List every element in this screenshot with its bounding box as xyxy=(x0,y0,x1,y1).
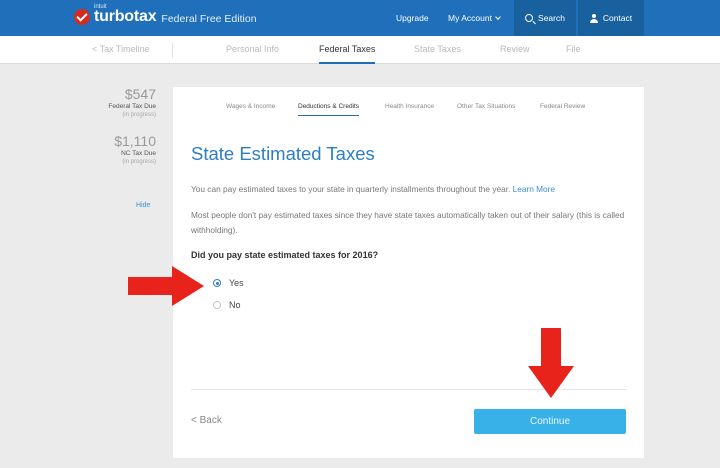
tab-review[interactable]: Review xyxy=(500,36,530,64)
radio-no[interactable] xyxy=(213,301,221,309)
chevron-down-icon xyxy=(495,13,501,20)
state-tax-status: (in progress) xyxy=(122,159,156,165)
my-account-label: My Account xyxy=(448,13,492,23)
federal-tax-label: Federal Tax Due xyxy=(108,103,156,110)
top-header: intuit turbotax Federal Free Edition Upg… xyxy=(0,0,720,36)
hide-summary-link[interactable]: Hide xyxy=(136,202,150,209)
divider xyxy=(172,42,173,58)
search-button[interactable]: Search xyxy=(514,0,576,36)
intro-text-body: You can pay estimated taxes to your stat… xyxy=(191,184,511,194)
step-other-tax-situations[interactable]: Other Tax Situations xyxy=(457,103,515,110)
tab-file[interactable]: File xyxy=(566,36,581,64)
step-wages-income[interactable]: Wages & Income xyxy=(226,103,275,110)
tax-summary: $547 Federal Tax Due (in progress) $1,11… xyxy=(60,86,156,166)
edition-label: Federal Free Edition xyxy=(161,12,257,25)
page-title: State Estimated Taxes xyxy=(191,143,375,164)
contact-button[interactable]: Contact xyxy=(578,0,644,36)
tab-state-taxes[interactable]: State Taxes xyxy=(414,36,461,64)
learn-more-link[interactable]: Learn More xyxy=(513,184,555,194)
back-button[interactable]: < Back xyxy=(191,415,222,426)
search-label: Search xyxy=(538,13,565,23)
state-tax-amount: $1,110 xyxy=(114,133,156,149)
brand-name: turbotax xyxy=(94,8,157,25)
main-card: Wages & Income Deductions & Credits Heal… xyxy=(173,87,644,458)
right-arrow-annotation-icon xyxy=(128,266,204,306)
checkmark-logo-icon xyxy=(74,9,90,25)
tab-federal-taxes[interactable]: Federal Taxes xyxy=(319,36,376,64)
continue-button[interactable]: Continue xyxy=(474,409,626,434)
search-icon xyxy=(525,14,534,22)
contact-label: Contact xyxy=(602,13,633,23)
step-federal-review[interactable]: Federal Review xyxy=(540,103,585,110)
down-arrow-annotation-icon xyxy=(528,328,574,398)
withholding-text: Most people don't pay estimated taxes si… xyxy=(191,210,625,235)
radio-option-yes[interactable]: Yes xyxy=(213,278,244,288)
person-icon xyxy=(589,13,598,23)
radio-option-no[interactable]: No xyxy=(213,300,241,310)
tab-personal-info[interactable]: Personal Info xyxy=(226,36,279,64)
turbotax-logo[interactable]: intuit turbotax Federal Free Edition xyxy=(74,4,257,26)
intuit-label: intuit xyxy=(94,4,107,10)
upgrade-label: Upgrade xyxy=(396,13,429,23)
tax-timeline-link[interactable]: < Tax Timeline xyxy=(92,36,150,64)
radio-no-label: No xyxy=(229,300,241,310)
progress-nav: < Tax Timeline Personal Info Federal Tax… xyxy=(0,36,720,64)
step-deductions-credits[interactable]: Deductions & Credits xyxy=(298,103,360,116)
upgrade-link[interactable]: Upgrade xyxy=(396,0,429,36)
my-account-menu[interactable]: My Account xyxy=(448,0,501,36)
question-label: Did you pay state estimated taxes for 20… xyxy=(191,250,379,260)
step-health-insurance[interactable]: Health Insurance xyxy=(385,103,434,110)
state-tax-label: NC Tax Due xyxy=(121,150,156,157)
radio-yes[interactable] xyxy=(213,279,221,287)
federal-tax-amount: $547 xyxy=(124,86,156,102)
radio-yes-label: Yes xyxy=(229,278,244,288)
federal-tax-status: (in progress) xyxy=(122,112,156,118)
intro-text: You can pay estimated taxes to your stat… xyxy=(191,182,555,197)
